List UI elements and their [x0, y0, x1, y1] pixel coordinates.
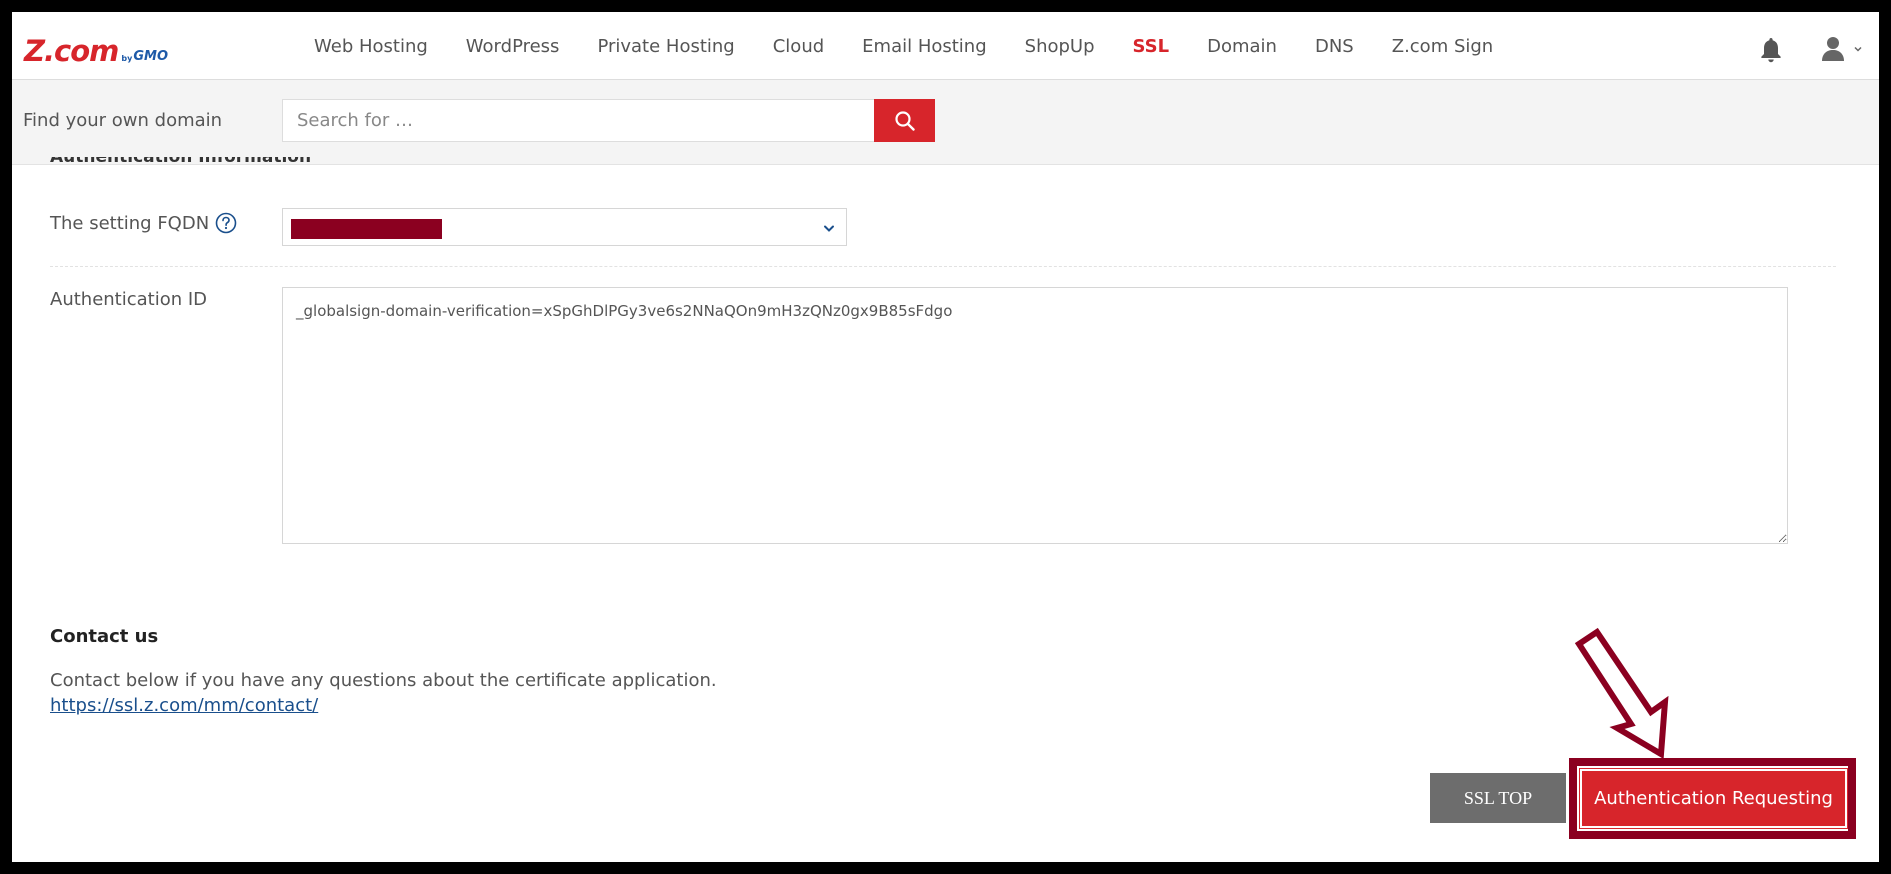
nav-item-wordpress[interactable]: WordPress	[466, 36, 560, 57]
search-button[interactable]	[874, 99, 935, 142]
authentication-id-label: Authentication ID	[50, 289, 208, 310]
zcom-logo[interactable]: Z.com by GMO	[24, 32, 168, 66]
logo-by-text: by	[121, 54, 133, 63]
chevron-down-icon	[1854, 46, 1862, 52]
contact-link[interactable]: https://ssl.z.com/mm/contact/	[50, 695, 318, 716]
authentication-id-textarea[interactable]	[282, 287, 1788, 544]
user-menu[interactable]	[1820, 34, 1870, 64]
nav-item-domain[interactable]: Domain	[1207, 36, 1277, 57]
annotation-arrow-icon	[1574, 627, 1669, 760]
domain-search-bar: Find your own domain	[12, 80, 1879, 165]
fqdn-select[interactable]	[282, 208, 847, 246]
section-title-authentication: Authentication Information	[50, 157, 311, 165]
nav-item-web-hosting[interactable]: Web Hosting	[314, 36, 428, 57]
user-icon	[1822, 37, 1844, 61]
nav-item-z-com-sign[interactable]: Z.com Sign	[1392, 36, 1493, 57]
question-circle-icon[interactable]	[215, 212, 237, 234]
fqdn-label: The setting FQDN	[50, 212, 237, 234]
nav-item-private-hosting[interactable]: Private Hosting	[597, 36, 734, 57]
search-icon	[894, 110, 915, 131]
divider	[50, 266, 1836, 267]
logo-main-text: Z.com	[24, 34, 119, 68]
nav-item-dns[interactable]: DNS	[1315, 36, 1354, 57]
nav-item-cloud[interactable]: Cloud	[773, 36, 824, 57]
search-label: Find your own domain	[23, 110, 223, 131]
fqdn-value-redacted	[291, 219, 442, 239]
site-header: Z.com by GMO Web Hosting WordPress Private…	[12, 12, 1879, 80]
page-frame: Z.com by GMO Web Hosting WordPress Private…	[12, 12, 1879, 862]
nav-item-ssl[interactable]: SSL	[1133, 36, 1170, 57]
ssl-top-button[interactable]: SSL TOP	[1430, 773, 1566, 823]
logo-gmo-text: GMO	[133, 49, 169, 64]
nav-item-shopup[interactable]: ShopUp	[1025, 36, 1095, 57]
authentication-requesting-button[interactable]: Authentication Requesting	[1579, 768, 1848, 829]
nav-item-email-hosting[interactable]: Email Hosting	[862, 36, 986, 57]
contact-text: Contact below if you have any questions …	[50, 670, 717, 691]
domain-search-input[interactable]	[282, 99, 874, 142]
bell-icon[interactable]	[1758, 36, 1784, 64]
main-nav: Web Hosting WordPress Private Hosting Cloud…	[314, 12, 1531, 80]
contact-title: Contact us	[50, 626, 159, 647]
fqdn-label-text: The setting FQDN	[50, 212, 210, 234]
chevron-down-icon	[824, 225, 834, 232]
